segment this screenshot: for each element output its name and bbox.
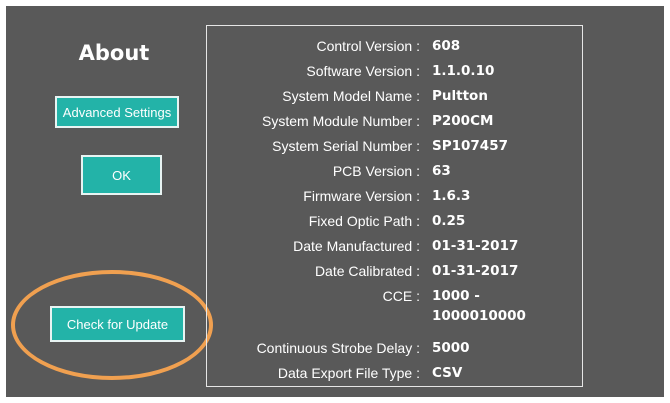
info-value: 1000 - 1000010000 [432,288,526,324]
info-value: 01-31-2017 [432,263,519,279]
info-label: Control Version : [316,38,421,54]
info-value: CSV [432,365,463,381]
info-label: CCE : [382,288,420,304]
info-label: Fixed Optic Path : [308,213,420,229]
info-label: Date Manufactured : [293,238,420,254]
page-title: About [78,41,150,65]
info-value: Pultton [432,88,488,104]
info-label: PCB Version : [332,163,420,179]
info-value: 1.1.0.10 [432,63,495,79]
info-label: System Model Name : [282,88,420,104]
info-label: Firmware Version : [303,188,420,204]
info-label: System Module Number : [262,113,420,129]
info-value: 01-31-2017 [432,238,519,254]
ok-button[interactable]: OK [81,155,162,195]
info-value: 608 [432,38,461,54]
info-value: 1.6.3 [432,188,471,204]
info-label: Software Version : [306,63,420,79]
info-label: Date Calibrated : [314,263,420,279]
advanced-settings-button[interactable]: Advanced Settings [55,96,179,128]
info-value: SP107457 [432,138,508,154]
info-value: 0.25 [432,213,466,229]
highlight-circle-annotation [11,270,213,380]
info-label: Data Export File Type : [277,365,420,381]
info-value: 63 [432,163,451,179]
info-label: Continuous Strobe Delay : [256,340,420,356]
info-value: 5000 [432,340,470,356]
info-value: P200CM [432,113,494,129]
device-info-panel: Control Version : 608 Software Version :… [206,25,583,387]
info-label: System Serial Number : [272,138,420,154]
